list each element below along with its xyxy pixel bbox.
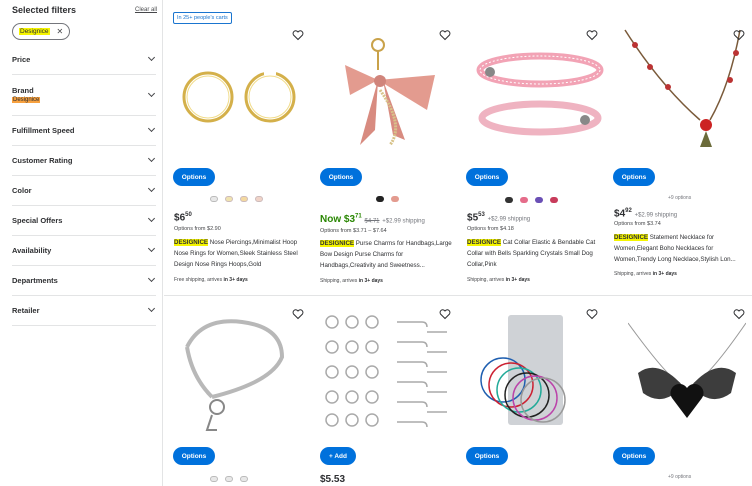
popularity-badge: In 25+ people's carts — [173, 12, 232, 24]
chevron-down-icon — [147, 124, 156, 133]
swatch[interactable] — [225, 196, 233, 202]
filter-chip-label: Designice — [19, 28, 50, 35]
price: Now $371 $4.71 +$2.99 shipping — [320, 214, 425, 226]
swatch[interactable] — [535, 197, 543, 203]
options-button[interactable]: Options — [466, 168, 508, 186]
filter-chip-designice[interactable]: Designice ✕ — [12, 23, 71, 40]
options-button[interactable]: Options — [320, 168, 362, 186]
filter-label: Brand — [12, 86, 34, 95]
options-from: Options from $2.90 — [174, 226, 221, 232]
swatch[interactable] — [550, 197, 558, 203]
product-title[interactable]: DESIGNICE Nose Piercings,Minimalist Hoop… — [174, 237, 312, 270]
swatch[interactable] — [391, 196, 399, 202]
options-button[interactable]: Options — [173, 168, 215, 186]
price: $492 +$2.99 shipping — [614, 208, 678, 220]
more-options[interactable]: +9 options — [668, 195, 691, 201]
chevron-down-icon — [147, 274, 156, 283]
filter-label: Special Offers — [12, 216, 63, 225]
row-divider — [164, 295, 752, 296]
shipping-info: Shipping, arrives in 3+ days — [467, 277, 530, 283]
product-title[interactable]: DESIGNICE Statement Necklace for Women,E… — [614, 232, 752, 265]
chevron-down-icon — [147, 184, 156, 193]
price: $553 +$2.99 shipping — [467, 212, 531, 224]
filter-label: Customer Rating — [12, 156, 73, 165]
variant-swatches[interactable] — [210, 196, 263, 202]
filter-label: Retailer — [12, 306, 40, 315]
variant-swatches[interactable] — [210, 476, 248, 482]
filter-color[interactable]: Color — [12, 176, 156, 206]
price: $650 — [174, 212, 192, 224]
swatch[interactable] — [255, 196, 263, 202]
chevron-down-icon — [147, 53, 156, 62]
options-from: Options from $3.74 — [614, 221, 661, 227]
filter-brand[interactable]: Brand Designice — [12, 75, 156, 116]
options-button[interactable]: Options — [613, 447, 655, 465]
filter-price[interactable]: Price — [12, 45, 156, 75]
filter-availability[interactable]: Availability — [12, 236, 156, 266]
chevron-down-icon — [147, 304, 156, 313]
filter-label: Fulfillment Speed — [12, 126, 75, 135]
swatch[interactable] — [210, 476, 218, 482]
product-title[interactable]: DESIGNICE Purse Charms for Handbags,Larg… — [320, 238, 458, 271]
swatch[interactable] — [376, 196, 384, 202]
chevron-down-icon — [147, 214, 156, 223]
selected-filters-header: Selected filters Clear all — [12, 4, 157, 18]
filter-fulfillment-speed[interactable]: Fulfillment Speed — [12, 116, 156, 146]
shipping-info: Shipping, arrives in 3+ days — [614, 271, 677, 277]
product-image-bow-charm[interactable] — [335, 35, 445, 155]
filter-departments[interactable]: Departments — [12, 266, 156, 296]
close-icon[interactable]: ✕ — [57, 27, 64, 36]
chevron-down-icon — [147, 154, 156, 163]
filter-label: Availability — [12, 246, 52, 255]
swatch[interactable] — [505, 197, 513, 203]
filter-label: Departments — [12, 276, 58, 285]
heart-icon[interactable] — [292, 308, 304, 320]
filter-label: Price — [12, 55, 31, 64]
chevron-down-icon — [147, 89, 156, 98]
chevron-down-icon — [147, 244, 156, 253]
heart-icon[interactable] — [292, 29, 304, 41]
filter-brand-selected: Designice — [12, 97, 41, 103]
product-image-cat-collar[interactable] — [470, 40, 605, 145]
product-image-nose-rings-set[interactable] — [322, 312, 452, 437]
add-to-cart-button[interactable]: + Add — [320, 447, 356, 465]
shipping-info: Shipping, arrives in 3+ days — [320, 278, 383, 284]
swatch[interactable] — [240, 476, 248, 482]
product-image-boho-necklace[interactable] — [620, 25, 750, 155]
product-image-hoop-set[interactable] — [478, 315, 588, 430]
filter-label: Color — [12, 186, 32, 195]
options-from: Options from $4.18 — [467, 226, 514, 232]
heart-icon[interactable] — [586, 29, 598, 41]
heart-icon[interactable] — [733, 29, 745, 41]
price-partial: $5.53 — [320, 474, 346, 485]
shipping-info: Free shipping, arrives in 3+ days — [174, 277, 248, 283]
selected-filters-title: Selected filters — [12, 5, 77, 15]
more-options[interactable]: +9 options — [668, 474, 691, 480]
options-button[interactable]: Options — [173, 447, 215, 465]
product-image-heart-necklace[interactable] — [628, 318, 746, 428]
filter-special-offers[interactable]: Special Offers — [12, 206, 156, 236]
product-image-lanyard[interactable] — [172, 312, 292, 432]
swatch[interactable] — [210, 196, 218, 202]
swatch[interactable] — [225, 476, 233, 482]
swatch[interactable] — [520, 197, 528, 203]
clear-all-link[interactable]: Clear all — [135, 7, 157, 13]
filter-retailer[interactable]: Retailer — [12, 296, 156, 326]
heart-icon[interactable] — [439, 29, 451, 41]
product-image-nose-rings[interactable] — [178, 60, 298, 140]
filter-customer-rating[interactable]: Customer Rating — [12, 146, 156, 176]
product-title[interactable]: DESIGNICE Cat Collar Elastic & Bendable … — [467, 237, 605, 270]
filter-sidebar: Selected filters Clear all Designice ✕ P… — [0, 0, 163, 486]
swatch[interactable] — [240, 196, 248, 202]
options-button[interactable]: Options — [466, 447, 508, 465]
options-button[interactable]: Options — [613, 168, 655, 186]
variant-swatches[interactable] — [376, 196, 399, 202]
options-from: Options from $3.71 – $7.64 — [320, 228, 387, 234]
variant-swatches[interactable] — [505, 197, 558, 203]
